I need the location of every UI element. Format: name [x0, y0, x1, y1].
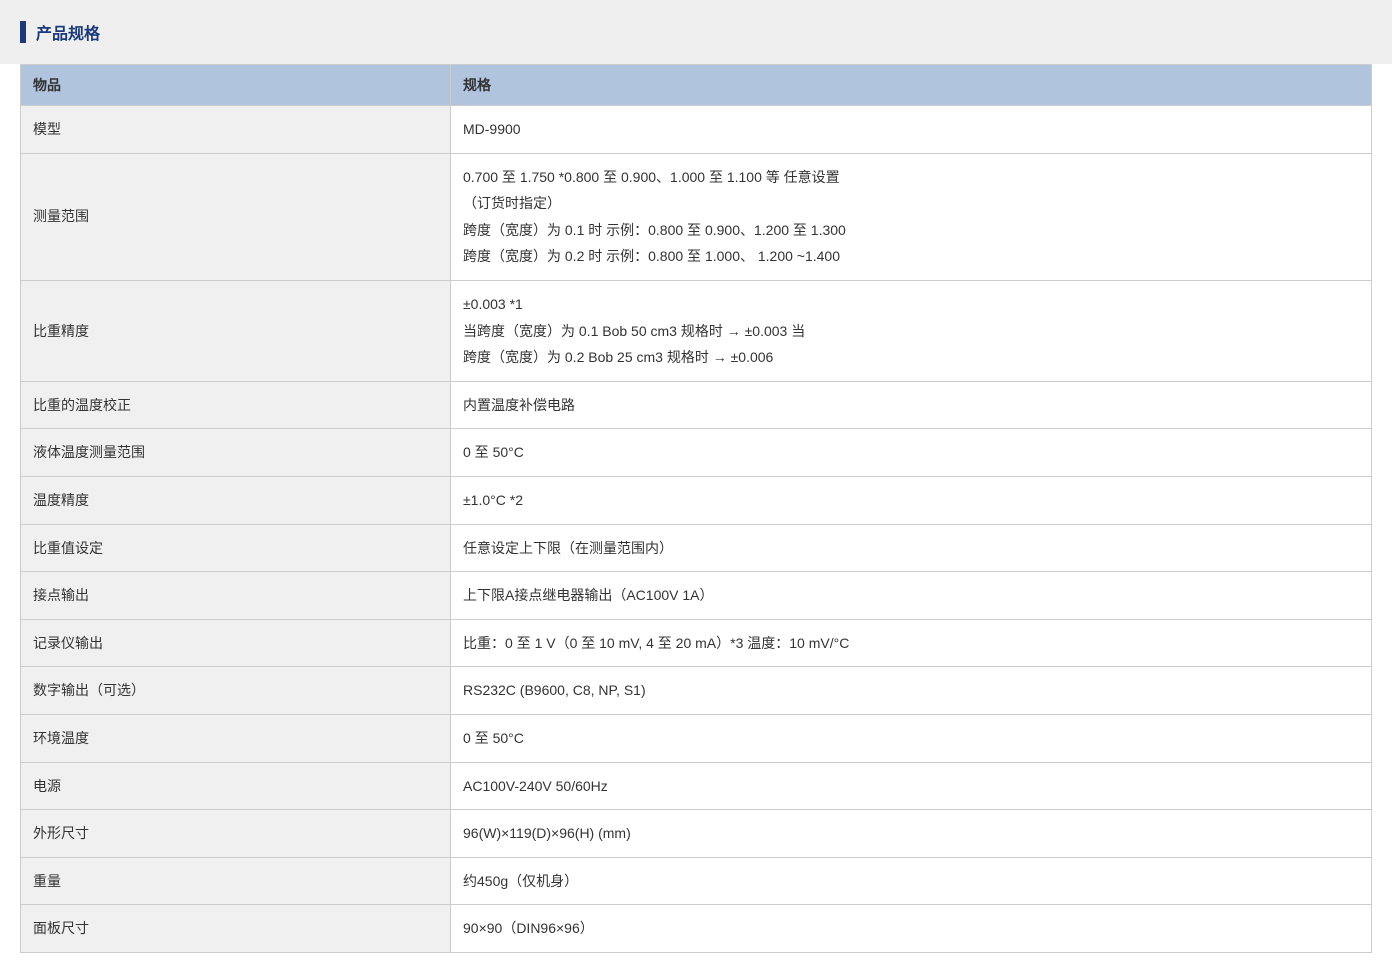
spec-table-container: 物品 规格 模型MD-9900测量范围0.700 至 1.750 *0.800 …	[0, 64, 1392, 973]
table-cell-item: 比重值设定	[21, 524, 451, 572]
table-row: 记录仪输出比重：0 至 1 V（0 至 10 mV, 4 至 20 mA）*3 …	[21, 619, 1372, 667]
table-row: 重量约450g（仅机身）	[21, 857, 1372, 905]
table-row: 模型MD-9900	[21, 106, 1372, 154]
table-cell-item: 重量	[21, 857, 451, 905]
table-cell-item: 温度精度	[21, 476, 451, 524]
table-cell-spec: 比重：0 至 1 V（0 至 10 mV, 4 至 20 mA）*3 温度：10…	[451, 619, 1372, 667]
table-row: 环境温度0 至 50°C	[21, 714, 1372, 762]
table-row: 比重精度±0.003 *1 当跨度（宽度）为 0.1 Bob 50 cm3 规格…	[21, 280, 1372, 381]
table-cell-spec: ±1.0°C *2	[451, 476, 1372, 524]
table-cell-item: 接点输出	[21, 572, 451, 620]
table-row: 测量范围0.700 至 1.750 *0.800 至 0.900、1.000 至…	[21, 153, 1372, 280]
table-cell-spec: 96(W)×119(D)×96(H) (mm)	[451, 810, 1372, 858]
table-cell-spec: AC100V-240V 50/60Hz	[451, 762, 1372, 810]
table-cell-item: 模型	[21, 106, 451, 154]
table-cell-item: 数字输出（可选）	[21, 667, 451, 715]
table-cell-item: 外形尺寸	[21, 810, 451, 858]
table-cell-item: 比重精度	[21, 280, 451, 381]
section-title: 产品规格	[36, 20, 100, 44]
table-row: 温度精度±1.0°C *2	[21, 476, 1372, 524]
table-header-spec: 规格	[451, 65, 1372, 106]
table-cell-spec: 约450g（仅机身）	[451, 857, 1372, 905]
table-cell-item: 比重的温度校正	[21, 381, 451, 429]
table-cell-item: 液体温度测量范围	[21, 429, 451, 477]
section-header: 产品规格	[0, 0, 1392, 64]
table-row: 电源AC100V-240V 50/60Hz	[21, 762, 1372, 810]
table-cell-item: 电源	[21, 762, 451, 810]
table-cell-spec: 90×90（DIN96×96）	[451, 905, 1372, 953]
table-row: 液体温度测量范围0 至 50°C	[21, 429, 1372, 477]
table-cell-spec: RS232C (B9600, C8, NP, S1)	[451, 667, 1372, 715]
section-bar-icon	[20, 21, 26, 43]
table-cell-spec: 内置温度补偿电路	[451, 381, 1372, 429]
table-cell-item: 环境温度	[21, 714, 451, 762]
table-cell-spec: MD-9900	[451, 106, 1372, 154]
table-cell-spec: 任意设定上下限（在测量范围内）	[451, 524, 1372, 572]
table-cell-item: 测量范围	[21, 153, 451, 280]
table-cell-spec: 0 至 50°C	[451, 714, 1372, 762]
table-row: 比重值设定任意设定上下限（在测量范围内）	[21, 524, 1372, 572]
table-cell-item: 面板尺寸	[21, 905, 451, 953]
table-cell-item: 记录仪输出	[21, 619, 451, 667]
table-row: 外形尺寸96(W)×119(D)×96(H) (mm)	[21, 810, 1372, 858]
table-cell-spec: ±0.003 *1 当跨度（宽度）为 0.1 Bob 50 cm3 规格时 → …	[451, 280, 1372, 381]
table-row: 面板尺寸90×90（DIN96×96）	[21, 905, 1372, 953]
table-row: 数字输出（可选）RS232C (B9600, C8, NP, S1)	[21, 667, 1372, 715]
table-cell-spec: 0 至 50°C	[451, 429, 1372, 477]
table-header-item: 物品	[21, 65, 451, 106]
table-row: 接点输出上下限A接点继电器输出（AC100V 1A）	[21, 572, 1372, 620]
table-cell-spec: 上下限A接点继电器输出（AC100V 1A）	[451, 572, 1372, 620]
table-cell-spec: 0.700 至 1.750 *0.800 至 0.900、1.000 至 1.1…	[451, 153, 1372, 280]
spec-table: 物品 规格 模型MD-9900测量范围0.700 至 1.750 *0.800 …	[20, 64, 1372, 953]
table-row: 比重的温度校正内置温度补偿电路	[21, 381, 1372, 429]
